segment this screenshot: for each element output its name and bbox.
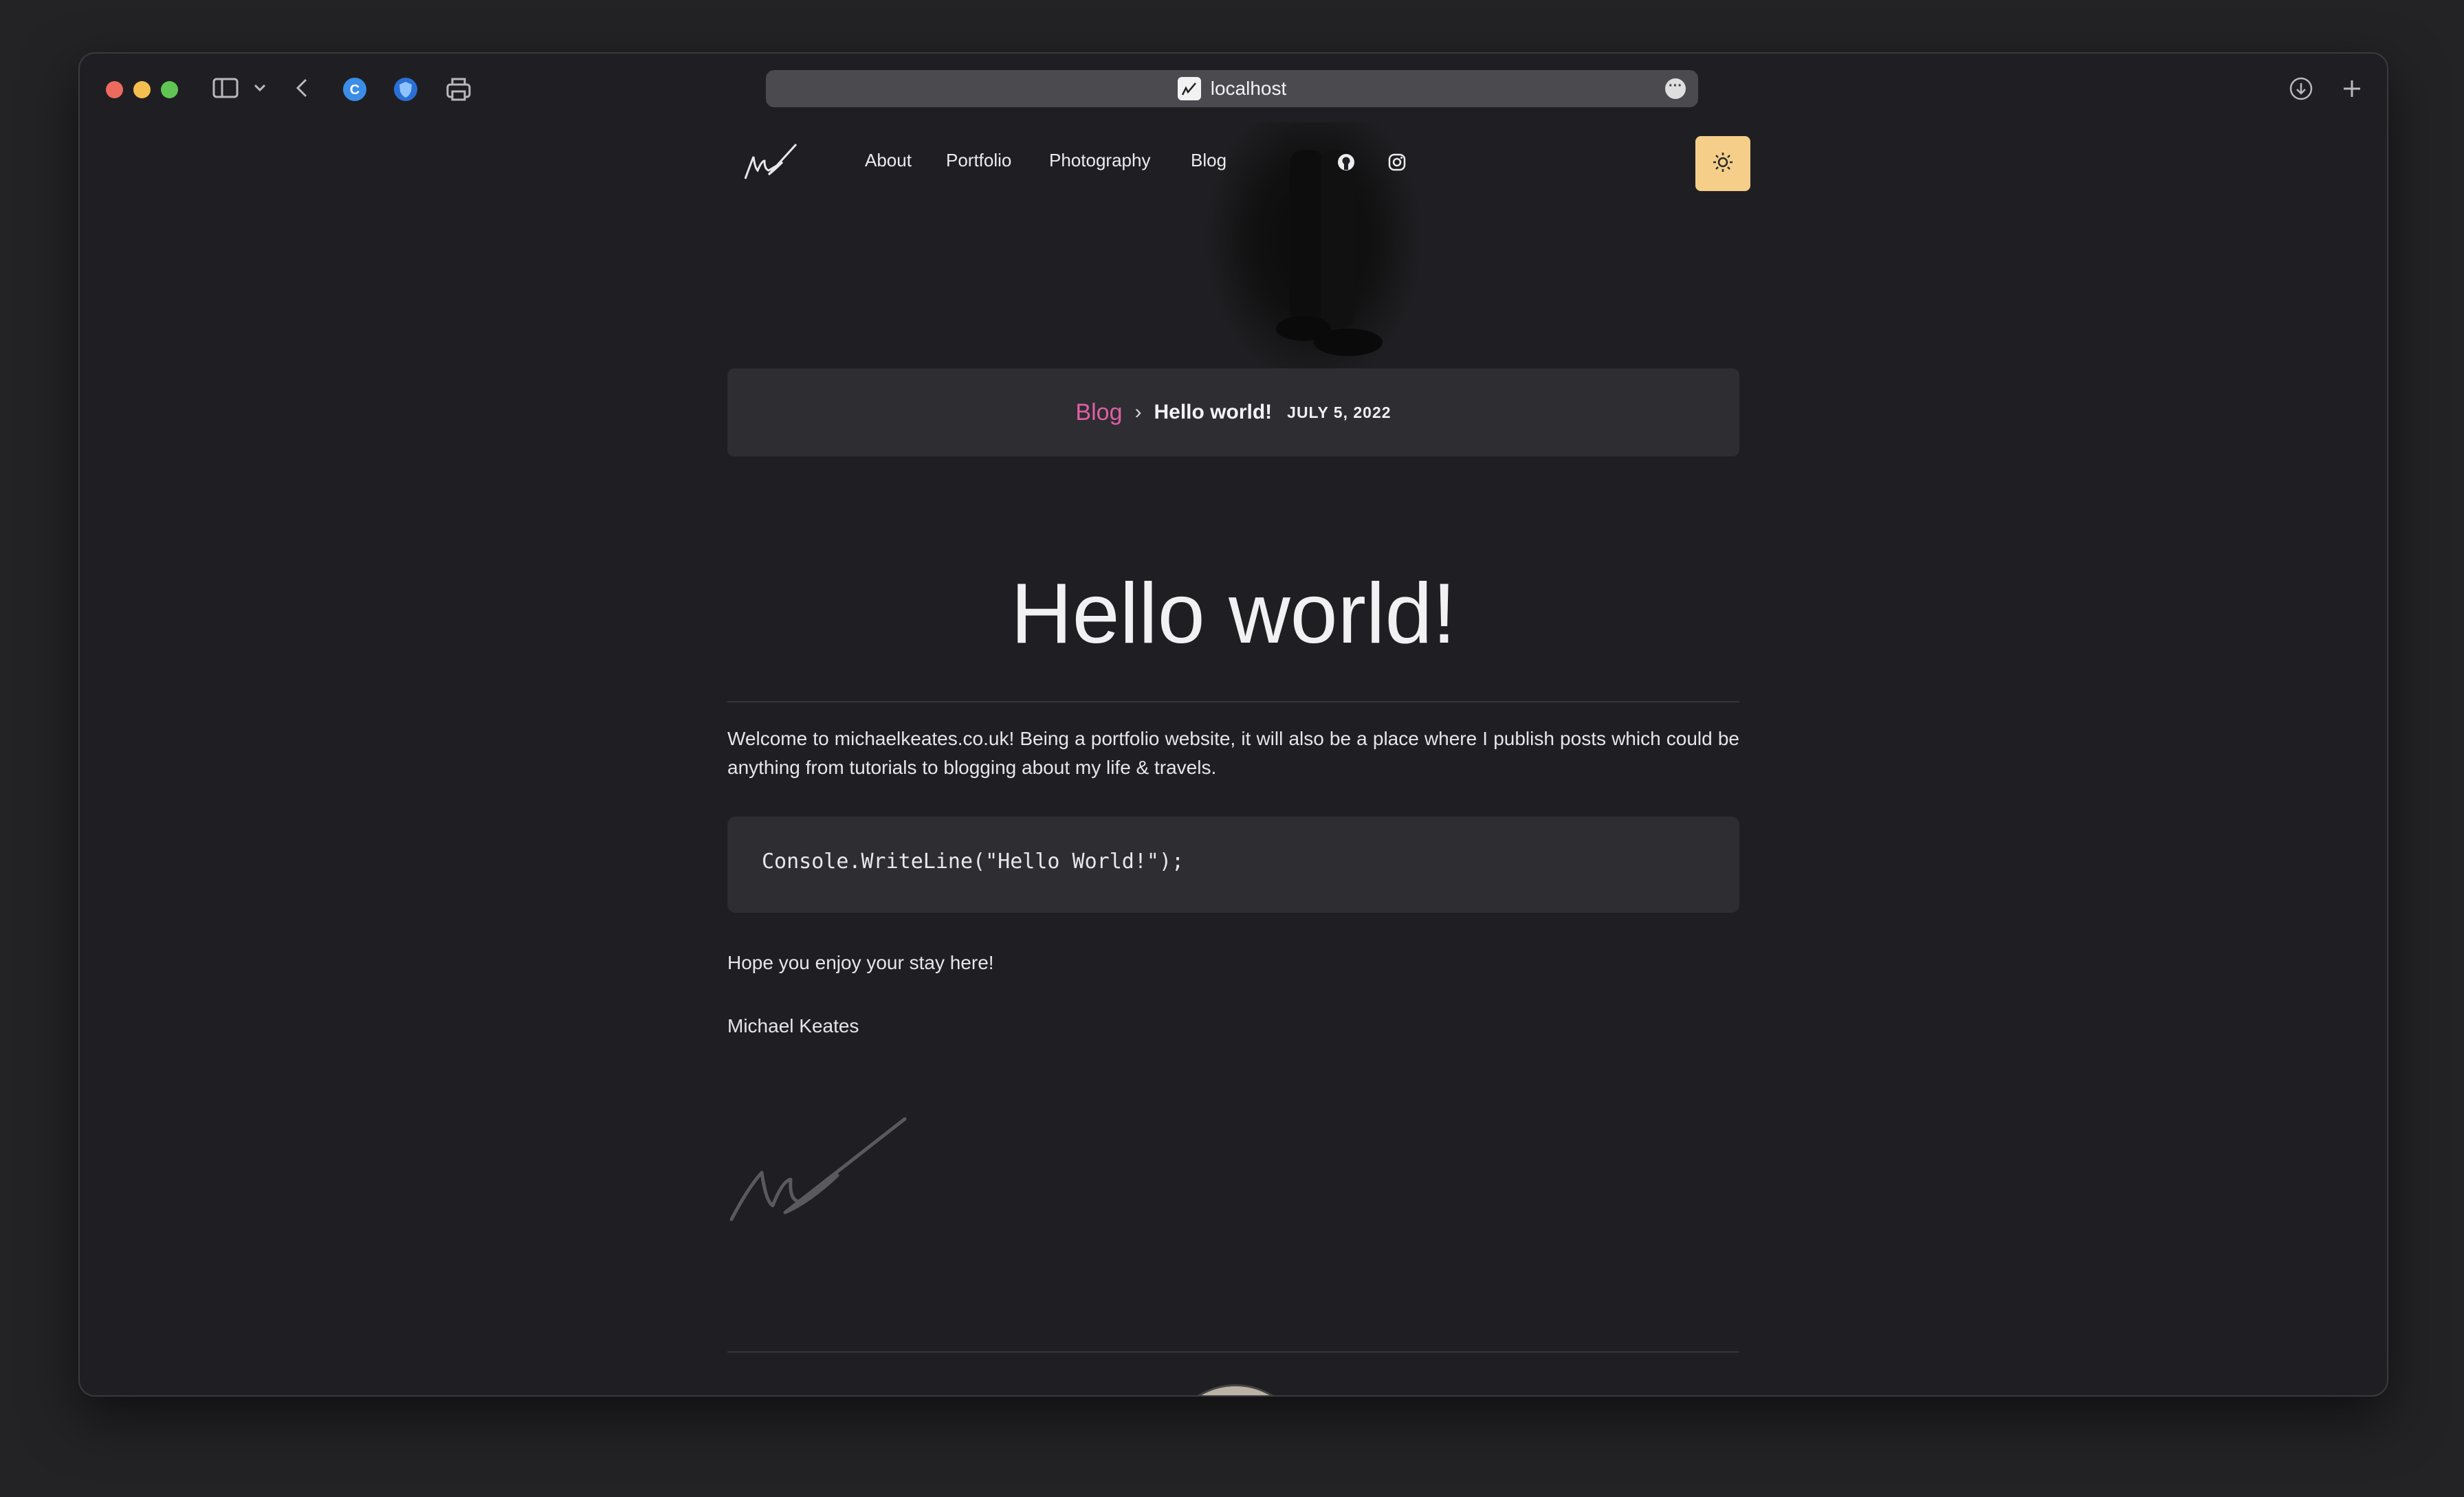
print-icon[interactable] — [444, 76, 473, 103]
close-window-button[interactable] — [106, 81, 123, 98]
theme-toggle-button[interactable] — [1695, 136, 1750, 191]
author-avatar — [1165, 1384, 1306, 1395]
github-icon[interactable] — [1336, 153, 1356, 172]
downloads-icon[interactable] — [2287, 74, 2316, 103]
breadcrumb-blog-link[interactable]: Blog — [1075, 399, 1122, 426]
breadcrumb: Blog › Hello world! JULY 5, 2022 — [727, 368, 1739, 456]
address-bar[interactable]: localhost ··· — [766, 70, 1698, 107]
new-tab-icon[interactable] — [2338, 74, 2366, 103]
browser-window: C localhost ··· About Portfolio Photogra… — [78, 52, 2388, 1397]
post-title: Hello world! — [1011, 566, 1456, 661]
favicon-icon — [1177, 77, 1201, 100]
nav-photography[interactable]: Photography — [1049, 150, 1150, 171]
svg-text:C: C — [350, 82, 360, 98]
author-signature — [727, 1098, 920, 1236]
extension-c-icon[interactable]: C — [341, 76, 368, 103]
extension-shield-icon[interactable] — [392, 76, 419, 103]
title-divider — [727, 701, 1739, 702]
post-author: Michael Keates — [727, 1015, 859, 1036]
back-icon[interactable] — [292, 74, 312, 102]
nav-about[interactable]: About — [865, 150, 912, 171]
breadcrumb-separator: › — [1134, 401, 1142, 423]
more-options-icon[interactable]: ··· — [1665, 78, 1686, 99]
instagram-icon[interactable] — [1387, 153, 1407, 172]
url-text: localhost — [1210, 78, 1287, 99]
browser-toolbar: C localhost ··· — [80, 54, 2387, 122]
code-line: Console.WriteLine("Hello World!"); — [762, 850, 1185, 874]
footer-divider — [727, 1351, 1739, 1353]
post-intro: Welcome to michaelkeates.co.uk! Being a … — [727, 728, 1739, 778]
post-closing: Hope you enjoy your stay here! — [727, 952, 994, 973]
code-block: Console.WriteLine("Hello World!"); — [727, 817, 1739, 913]
zoom-window-button[interactable] — [161, 81, 178, 98]
post-date: JULY 5, 2022 — [1287, 403, 1392, 421]
nav-portfolio[interactable]: Portfolio — [946, 150, 1011, 171]
page-viewport: About Portfolio Photography Blog Blog › … — [80, 122, 2387, 1395]
chevron-down-icon[interactable] — [252, 78, 268, 98]
nav-blog[interactable]: Blog — [1191, 150, 1226, 171]
sidebar-toggle-icon[interactable] — [210, 74, 241, 102]
site-logo[interactable] — [741, 136, 803, 184]
site-nav: About Portfolio Photography Blog — [727, 122, 1739, 198]
sun-icon — [1712, 151, 1734, 177]
minimize-window-button[interactable] — [133, 81, 151, 98]
breadcrumb-current: Hello world! — [1154, 401, 1273, 423]
